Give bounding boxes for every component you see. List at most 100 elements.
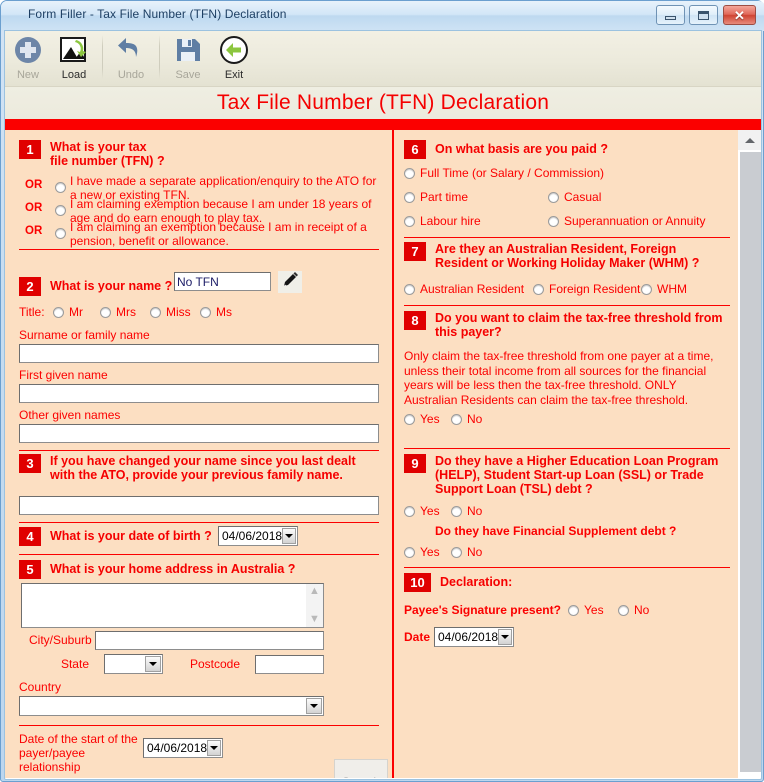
first-name-label: First given name	[19, 368, 108, 382]
question-2-title: What is your name ?	[50, 279, 173, 293]
address-textarea[interactable]: ▲ ▼	[21, 583, 324, 628]
question-8-title: Do you want to claim the tax-free thresh…	[435, 311, 723, 339]
radio-ms[interactable]	[200, 306, 211, 318]
radio-option-threshold-no[interactable]: No	[451, 412, 482, 426]
radio-help-yes[interactable]	[404, 505, 415, 517]
chevron-up-icon: ▲	[309, 585, 320, 597]
toolbar-button-undo[interactable]: Undo	[108, 31, 154, 85]
date-of-birth-picker[interactable]: 04/06/2018	[218, 526, 298, 546]
maximize-button[interactable]	[689, 5, 718, 25]
radio-australian-resident[interactable]	[404, 283, 415, 295]
question-4-header: 4 What is your date of birth ?	[19, 527, 212, 546]
radio-threshold-yes[interactable]	[404, 413, 415, 425]
radio-option-full-time[interactable]: Full Time (or Salary / Commission)	[404, 166, 604, 180]
tfn-edit-button[interactable]	[278, 271, 302, 293]
radio-mrs[interactable]	[100, 306, 111, 318]
surname-input[interactable]	[19, 344, 379, 363]
radio-option-supplement-no[interactable]: No	[451, 545, 482, 559]
toolbar-button-load[interactable]: Load	[51, 31, 97, 85]
radio-supplement-yes[interactable]	[404, 546, 415, 558]
radio-option-mr[interactable]: Mr	[53, 305, 83, 319]
minimize-icon	[665, 16, 676, 20]
radio-tfn-application[interactable]	[55, 182, 66, 193]
radio-option-whm[interactable]: WHM	[641, 282, 687, 296]
radio-mr[interactable]	[53, 306, 64, 318]
scroll-up-icon	[744, 137, 755, 143]
title-field-label: Title:	[19, 305, 45, 319]
close-button[interactable]: ✕	[723, 5, 756, 25]
radio-option-miss[interactable]: Miss	[150, 305, 191, 319]
form-scrollbar-thumb[interactable]	[740, 152, 761, 772]
toolbar-button-exit[interactable]: Exit	[211, 31, 257, 85]
declaration-date-picker[interactable]: 04/06/2018	[434, 627, 514, 647]
radio-option-australian-resident[interactable]: Australian Resident	[404, 282, 524, 296]
declaration-date-dropdown-button[interactable]	[498, 629, 512, 645]
toolbar-label-save: Save	[175, 69, 201, 81]
chevron-down-icon	[285, 534, 294, 538]
radio-supplement-no[interactable]	[451, 546, 462, 558]
question-1-title: What is your tax file number (TFN) ?	[50, 140, 165, 168]
address-textarea-scrollbar[interactable]: ▲ ▼	[306, 584, 323, 627]
radio-option-threshold-yes[interactable]: Yes	[404, 412, 440, 426]
relationship-date-picker[interactable]: 04/06/2018	[143, 738, 223, 758]
toolbar-separator-2	[159, 35, 160, 79]
radio-option-mrs[interactable]: Mrs	[100, 305, 136, 319]
radio-casual[interactable]	[548, 191, 559, 203]
radio-miss[interactable]	[150, 306, 161, 318]
window-title: Form Filler - Tax File Number (TFN) Decl…	[28, 7, 287, 21]
state-dropdown-button[interactable]	[145, 656, 161, 672]
question-9-sub-title: Do they have Financial Supplement debt ?	[435, 524, 677, 538]
radio-option-labour-hire[interactable]: Labour hire	[404, 214, 481, 228]
radio-superannuation[interactable]	[548, 215, 559, 227]
chevron-down-icon	[310, 704, 318, 708]
tfn-input[interactable]	[174, 272, 271, 291]
radio-full-time[interactable]	[404, 167, 415, 179]
question-8-header: 8 Do you want to claim the tax-free thre…	[404, 311, 734, 339]
other-names-input[interactable]	[19, 424, 379, 443]
question-5-header: 5 What is your home address in Australia…	[19, 560, 295, 579]
radio-option-help-no[interactable]: No	[451, 504, 482, 518]
form-scrollbar-up-button[interactable]	[738, 130, 761, 150]
radio-under-18[interactable]	[55, 205, 66, 216]
minimize-button[interactable]	[656, 5, 685, 25]
question-1-number: 1	[19, 140, 41, 159]
country-dropdown[interactable]	[19, 696, 324, 716]
country-dropdown-button[interactable]	[306, 698, 322, 714]
date-of-birth-dropdown-button[interactable]	[282, 528, 296, 544]
radio-signature-yes[interactable]	[568, 604, 579, 616]
label-supplement-no: No	[467, 545, 483, 559]
radio-option-superannuation[interactable]: Superannuation or Annuity	[548, 214, 705, 228]
radio-option-help-yes[interactable]: Yes	[404, 504, 440, 518]
previous-family-name-input[interactable]	[19, 496, 379, 515]
radio-threshold-no[interactable]	[451, 413, 462, 425]
radio-part-time[interactable]	[404, 191, 415, 203]
application-window: Form Filler - Tax File Number (TFN) Decl…	[0, 0, 764, 782]
relationship-date-dropdown-button[interactable]	[207, 740, 221, 756]
city-suburb-input[interactable]	[95, 631, 324, 650]
radio-option-casual[interactable]: Casual	[548, 190, 601, 204]
radio-option-signature-yes[interactable]: Yes	[568, 603, 604, 617]
postcode-input[interactable]	[255, 655, 324, 674]
radio-option-signature-no[interactable]: No	[618, 603, 649, 617]
radio-option-part-time[interactable]: Part time	[404, 190, 468, 204]
toolbar-button-new[interactable]: New	[5, 31, 51, 85]
radio-option-ms[interactable]: Ms	[200, 305, 232, 319]
radio-foreign-resident[interactable]	[533, 283, 544, 295]
state-dropdown[interactable]	[104, 654, 163, 674]
radio-labour-hire[interactable]	[404, 215, 415, 227]
toolbar-button-save[interactable]: Save	[165, 31, 211, 85]
radio-whm[interactable]	[641, 283, 652, 295]
radio-option-supplement-yes[interactable]: Yes	[404, 545, 440, 559]
label-threshold-yes: Yes	[420, 412, 440, 426]
address-search-label: Search	[342, 775, 380, 778]
first-name-input[interactable]	[19, 384, 379, 403]
radio-option-foreign-resident[interactable]: Foreign Resident	[533, 282, 640, 296]
label-miss: Miss	[166, 305, 191, 319]
radio-pension-exemption[interactable]	[55, 228, 66, 239]
form-scrollbar[interactable]	[738, 130, 761, 778]
label-foreign-resident: Foreign Resident	[549, 282, 641, 296]
radio-signature-no[interactable]	[618, 604, 629, 616]
address-search-button[interactable]: Search	[334, 759, 388, 778]
radio-help-no[interactable]	[451, 505, 462, 517]
pencil-icon	[282, 271, 299, 293]
